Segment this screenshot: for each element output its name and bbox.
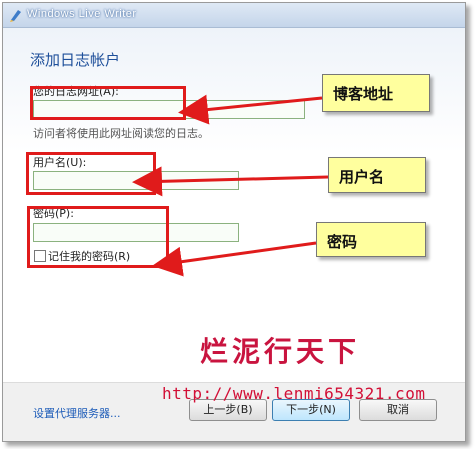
watermark-url: http://www.lenmi654321.com: [162, 384, 426, 403]
watermark-title: 烂泥行天下: [200, 335, 361, 368]
arrow-blog-url: [178, 94, 323, 125]
annotation-arrows: [132, 94, 329, 277]
arrow-username: [132, 166, 329, 197]
arrow-password: [152, 241, 317, 277]
